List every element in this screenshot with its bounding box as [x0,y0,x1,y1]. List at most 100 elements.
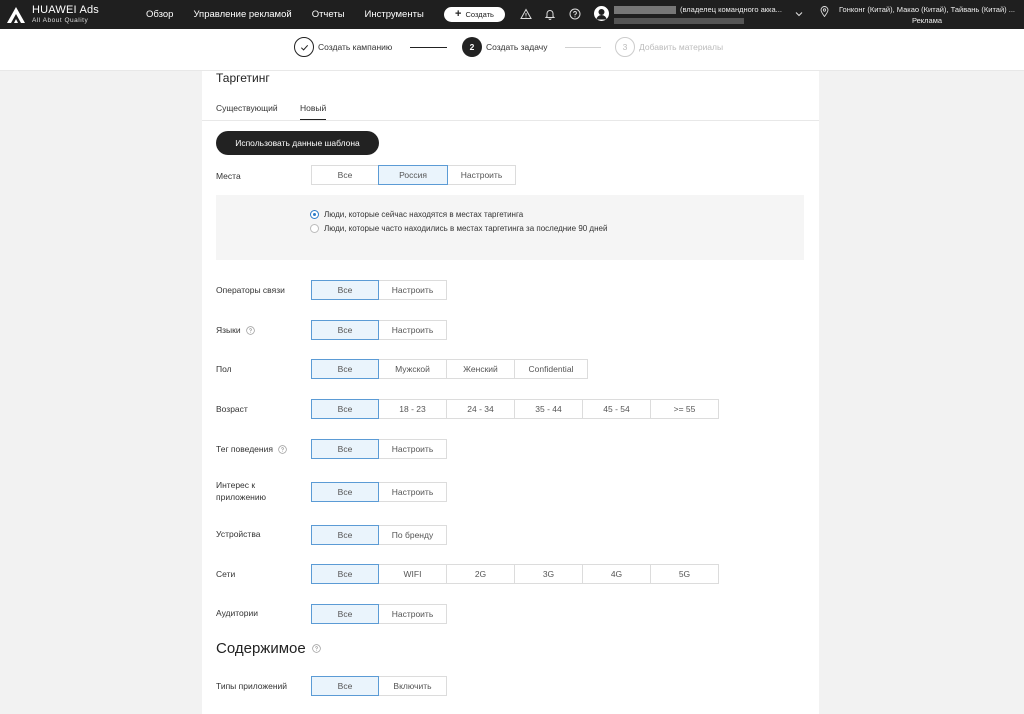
age-option-24-34[interactable]: 24 - 34 [446,399,515,419]
gender-selector: Все Мужской Женский Confidential [311,359,588,379]
age-option-all[interactable]: Все [311,399,379,419]
languages-selector: Все Настроить [311,320,447,340]
progress-steps: Создать кампанию 2 Создать задачу 3 Доба… [0,29,1024,71]
behavior-tag-option-all[interactable]: Все [311,439,379,459]
create-button[interactable]: + Создать [444,7,505,22]
app-interest-option-custom[interactable]: Настроить [378,482,447,502]
gender-option-male[interactable]: Мужской [378,359,447,379]
languages-option-custom[interactable]: Настроить [378,320,447,340]
user-avatar-icon[interactable] [594,6,609,21]
app-interest-option-all[interactable]: Все [311,482,379,502]
languages-label: Языки [216,324,255,336]
create-button-label: Создать [465,10,494,19]
place-mode-current[interactable]: Люди, которые сейчас находятся в местах … [310,210,523,219]
huawei-ads-logo[interactable]: HUAWEI Ads All About Quality [6,3,126,25]
plus-icon: + [455,8,462,20]
devices-label: Устройства [216,529,261,539]
networks-label: Сети [216,569,236,579]
networks-option-wifi[interactable]: WIFI [378,564,447,584]
devices-option-all[interactable]: Все [311,525,379,545]
app-types-option-include[interactable]: Включить [378,676,447,696]
age-option-35-44[interactable]: 35 - 44 [514,399,583,419]
brand-subtitle: All About Quality [32,16,89,24]
audiences-option-custom[interactable]: Настроить [378,604,447,624]
place-mode-frequent[interactable]: Люди, которые часто находились в местах … [310,224,607,233]
region-selector[interactable]: Гонконг (Китай), Макао (Китай), Тайвань … [834,4,1020,26]
devices-option-by-brand[interactable]: По бренду [378,525,447,545]
account-id-masked [614,18,744,24]
help-circle-icon[interactable] [245,325,255,335]
devices-selector: Все По бренду [311,525,447,545]
carriers-option-all[interactable]: Все [311,280,379,300]
app-types-label: Типы приложений [216,681,288,691]
networks-option-4g[interactable]: 4G [582,564,651,584]
carriers-label: Операторы связи [216,285,285,295]
app-types-option-all[interactable]: Все [311,676,379,696]
age-selector: Все 18 - 23 24 - 34 35 - 44 45 - 54 >= 5… [311,399,719,419]
behavior-tag-selector: Все Настроить [311,439,447,459]
content-section-title: Содержимое [216,640,322,657]
places-option-custom[interactable]: Настроить [447,165,516,185]
bell-icon[interactable] [544,8,556,20]
carriers-option-custom[interactable]: Настроить [378,280,447,300]
targeting-tabs: Существующий Новый [202,97,819,121]
behavior-tag-label: Тег поведения [216,443,287,455]
app-interest-label: Интерес к приложению [216,480,266,502]
step-connector-done [410,47,447,48]
age-label: Возраст [216,404,248,414]
place-mode-current-label: Люди, которые сейчас находятся в местах … [324,210,524,219]
nav-ad-management[interactable]: Управление рекламой [193,9,291,20]
nav-overview[interactable]: Обзор [146,9,173,20]
help-circle-icon[interactable] [311,643,322,654]
step-create-task[interactable]: 2 Создать задачу [462,37,547,57]
nav-reports[interactable]: Отчеты [312,9,345,20]
networks-option-5g[interactable]: 5G [650,564,719,584]
networks-option-2g[interactable]: 2G [446,564,515,584]
gender-option-female[interactable]: Женский [446,359,515,379]
behavior-tag-option-custom[interactable]: Настроить [378,439,447,459]
languages-option-all[interactable]: Все [311,320,379,340]
location-pin-icon [820,6,829,17]
places-option-russia[interactable]: Россия [378,165,448,185]
radio-unchecked[interactable] [310,224,319,233]
content-title-text: Содержимое [216,640,306,657]
account-name-masked [614,6,676,14]
tab-new[interactable]: Новый [300,103,327,120]
step-add-materials[interactable]: 3 Добавить материалы [615,37,723,57]
step-3-number: 3 [615,37,635,57]
region-type: Реклама [911,16,943,25]
help-icon[interactable] [569,8,581,20]
step-connector-pending [565,47,601,48]
networks-option-3g[interactable]: 3G [514,564,583,584]
targeting-form: Таргетинг Существующий Новый Использоват… [202,71,819,714]
age-option-45-54[interactable]: 45 - 54 [582,399,651,419]
gender-option-confidential[interactable]: Confidential [514,359,588,379]
app-types-selector: Все Включить [311,676,447,696]
place-mode-frequent-label: Люди, которые часто находились в местах … [324,224,608,233]
networks-option-all[interactable]: Все [311,564,379,584]
region-text: Гонконг (Китай), Макао (Китай), Тайвань … [838,5,1016,14]
nav-tools[interactable]: Инструменты [365,9,424,20]
use-template-button[interactable]: Использовать данные шаблона [216,131,379,155]
chevron-down-icon[interactable] [794,9,804,19]
step-3-label: Добавить материалы [639,42,724,52]
huawei-ads-logo-icon [7,6,25,23]
audiences-selector: Все Настроить [311,604,447,624]
languages-label-text: Языки [216,325,241,335]
age-option-18-23[interactable]: 18 - 23 [378,399,447,419]
audiences-label: Аудитории [216,608,258,618]
account-info[interactable]: (владелец командного акка... [614,5,794,25]
radio-checked[interactable] [310,210,319,219]
audiences-option-all[interactable]: Все [311,604,379,624]
warning-icon[interactable] [520,8,532,20]
places-selector: Все Россия Настроить [311,165,516,185]
gender-option-all[interactable]: Все [311,359,379,379]
age-option-55-plus[interactable]: >= 55 [650,399,719,419]
tab-existing[interactable]: Существующий [216,103,278,119]
brand-title: HUAWEI Ads [32,3,99,16]
networks-selector: Все WIFI 2G 3G 4G 5G [311,564,719,584]
help-circle-icon[interactable] [278,444,287,454]
behavior-tag-label-text: Тег поведения [216,444,273,454]
step-create-campaign[interactable]: Создать кампанию [294,37,392,57]
places-option-all[interactable]: Все [311,165,379,185]
